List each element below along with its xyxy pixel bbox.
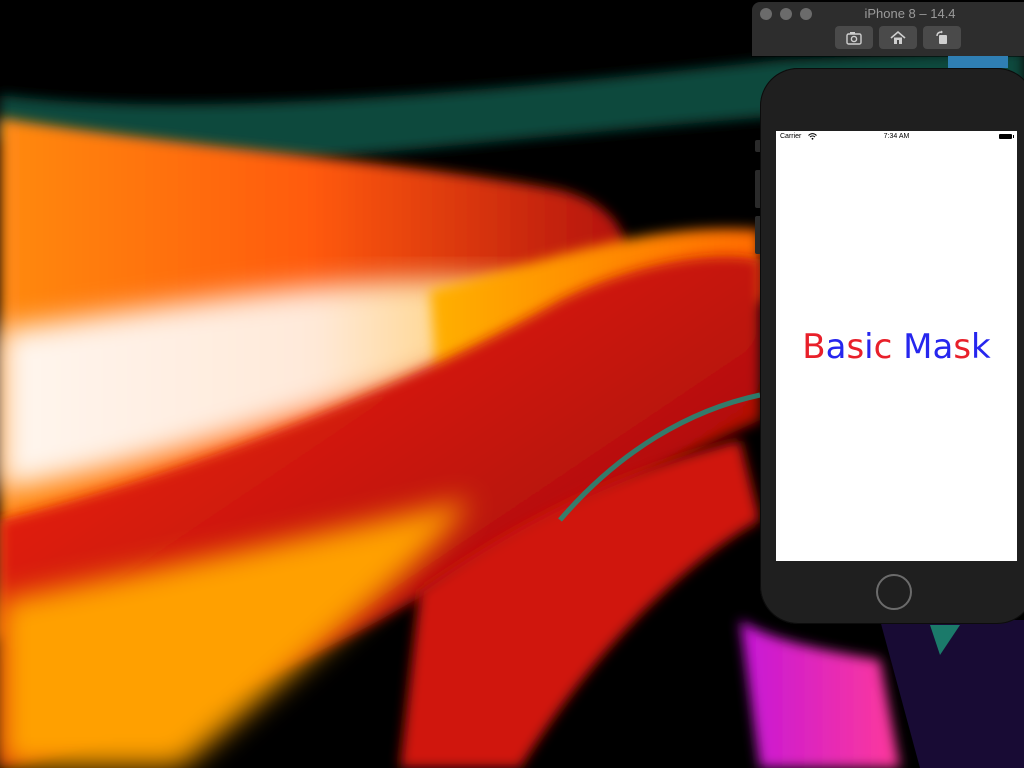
simulator-window: iPhone 8 – 14.4 bbox=[752, 2, 1024, 56]
status-bar: Carrier 7:34 AM bbox=[776, 131, 1017, 143]
rotate-button[interactable] bbox=[923, 26, 961, 49]
device-screen[interactable]: Carrier 7:34 AM Basic Mask bbox=[776, 131, 1017, 561]
title-letter bbox=[892, 327, 903, 367]
title-letter: i bbox=[864, 327, 874, 367]
camera-icon bbox=[845, 30, 863, 46]
battery-icon bbox=[999, 134, 1014, 139]
title-letter: s bbox=[846, 327, 865, 367]
status-time: 7:34 AM bbox=[883, 133, 910, 140]
simulator-window-title: iPhone 8 – 14.4 bbox=[864, 6, 956, 21]
home-button[interactable] bbox=[876, 574, 912, 610]
title-letter: k bbox=[971, 327, 991, 367]
title-letter: c bbox=[873, 327, 893, 367]
title-letter: a bbox=[932, 327, 954, 367]
basic-mask-title: Basic Mask bbox=[776, 327, 1017, 367]
home-icon bbox=[889, 30, 907, 46]
title-letter: a bbox=[825, 327, 847, 367]
background-window-edge bbox=[948, 56, 1008, 68]
close-window-button[interactable] bbox=[760, 8, 772, 20]
minimize-window-button[interactable] bbox=[780, 8, 792, 20]
rotate-icon bbox=[933, 30, 951, 46]
title-letter: M bbox=[903, 327, 933, 367]
screenshot-button[interactable] bbox=[835, 26, 873, 49]
title-letter: s bbox=[953, 327, 972, 367]
home-toolbar-button[interactable] bbox=[879, 26, 917, 49]
title-letter: B bbox=[802, 327, 826, 367]
